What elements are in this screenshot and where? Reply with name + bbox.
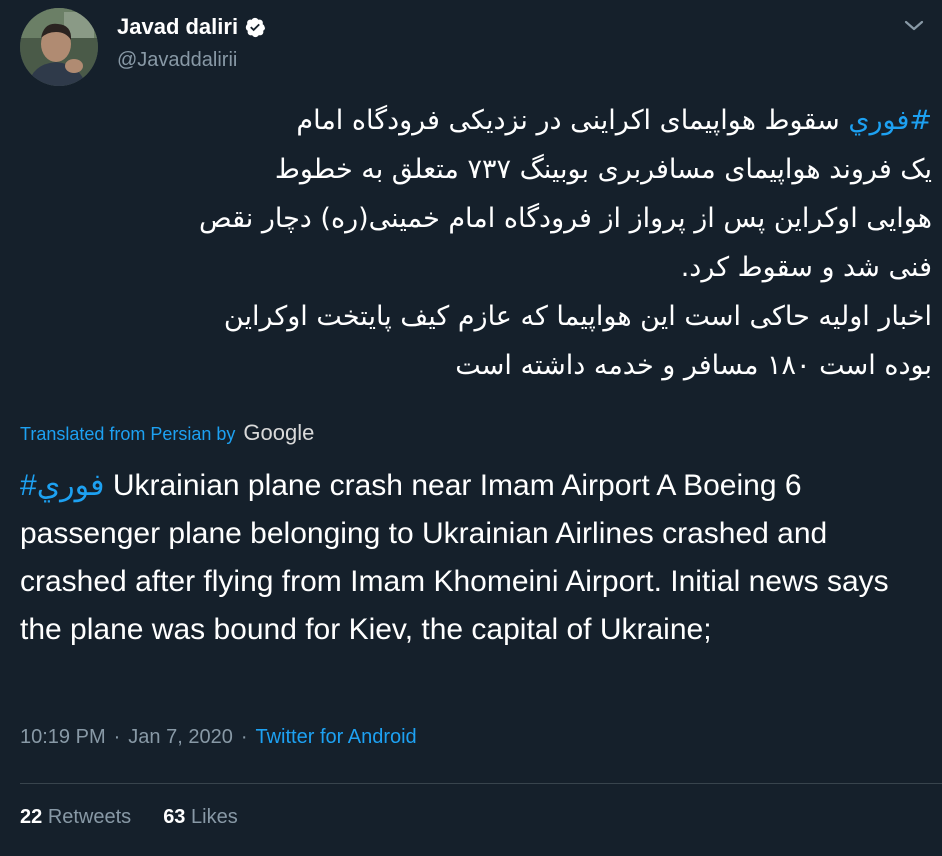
tweet-date[interactable]: Jan 7, 2020	[128, 726, 233, 749]
likes-count: 63	[163, 806, 186, 828]
tweet-stats: 22 Retweets 63 Likes	[20, 806, 238, 829]
retweets-count: 22	[20, 806, 43, 828]
tweet-text-persian: #فوري سقوط هواپیمای اکراینی در نزدیکی فر…	[20, 96, 932, 390]
divider	[20, 783, 942, 784]
retweets-stat[interactable]: 22 Retweets	[20, 806, 131, 829]
persian-line: بوده است ۱۸۰ مسافر و خدمه داشته است	[455, 350, 932, 381]
tweet-time[interactable]: 10:19 PM	[20, 726, 106, 749]
persian-line: سقوط هواپیمای اکراینی در نزدیکی فرودگاه …	[296, 105, 840, 136]
persian-line: اخبار اولیه حاکی است این هواپیما که عازم…	[223, 301, 932, 332]
translated-body: Ukrainian plane crash near Imam Airport …	[20, 469, 889, 646]
tweet-source-link[interactable]: Twitter for Android	[255, 726, 416, 749]
tweet-meta: 10:19 PM · Jan 7, 2020 · Twitter for And…	[20, 726, 417, 749]
persian-line: یک فروند هواپیمای مسافربری بوبینگ ۷۳۷ مت…	[274, 154, 932, 185]
hashtag-link[interactable]: #فوري	[20, 469, 105, 502]
display-name[interactable]: Javad daliri	[117, 14, 238, 40]
user-handle[interactable]: @Javaddalirii	[117, 48, 237, 72]
avatar[interactable]	[20, 8, 98, 86]
persian-line: هوایی اوکراین پس از پرواز از فرودگاه اما…	[199, 203, 932, 234]
google-logo: Google	[243, 420, 315, 445]
tweet-text-translated: #فوري Ukrainian plane crash near Imam Ai…	[20, 462, 935, 654]
hashtag-link[interactable]: #فوري	[848, 105, 932, 136]
meta-separator: ·	[113, 726, 121, 748]
persian-line: فنی شد و سقوط کرد.	[680, 252, 932, 283]
likes-stat[interactable]: 63 Likes	[163, 806, 238, 829]
name-row: Javad daliri	[117, 14, 266, 40]
more-options-button[interactable]	[896, 10, 932, 42]
verified-badge-icon	[244, 16, 266, 38]
translation-attribution: Translated from Persian by Google	[20, 420, 314, 446]
tweet-card: Javad daliri @Javaddalirii #فوري سقوط هو…	[0, 0, 942, 856]
chevron-down-icon	[904, 20, 924, 31]
translated-from-link[interactable]: Translated from Persian by	[20, 424, 235, 445]
retweets-label: Retweets	[47, 806, 132, 828]
likes-label: Likes	[191, 806, 238, 828]
meta-separator: ·	[240, 726, 248, 748]
